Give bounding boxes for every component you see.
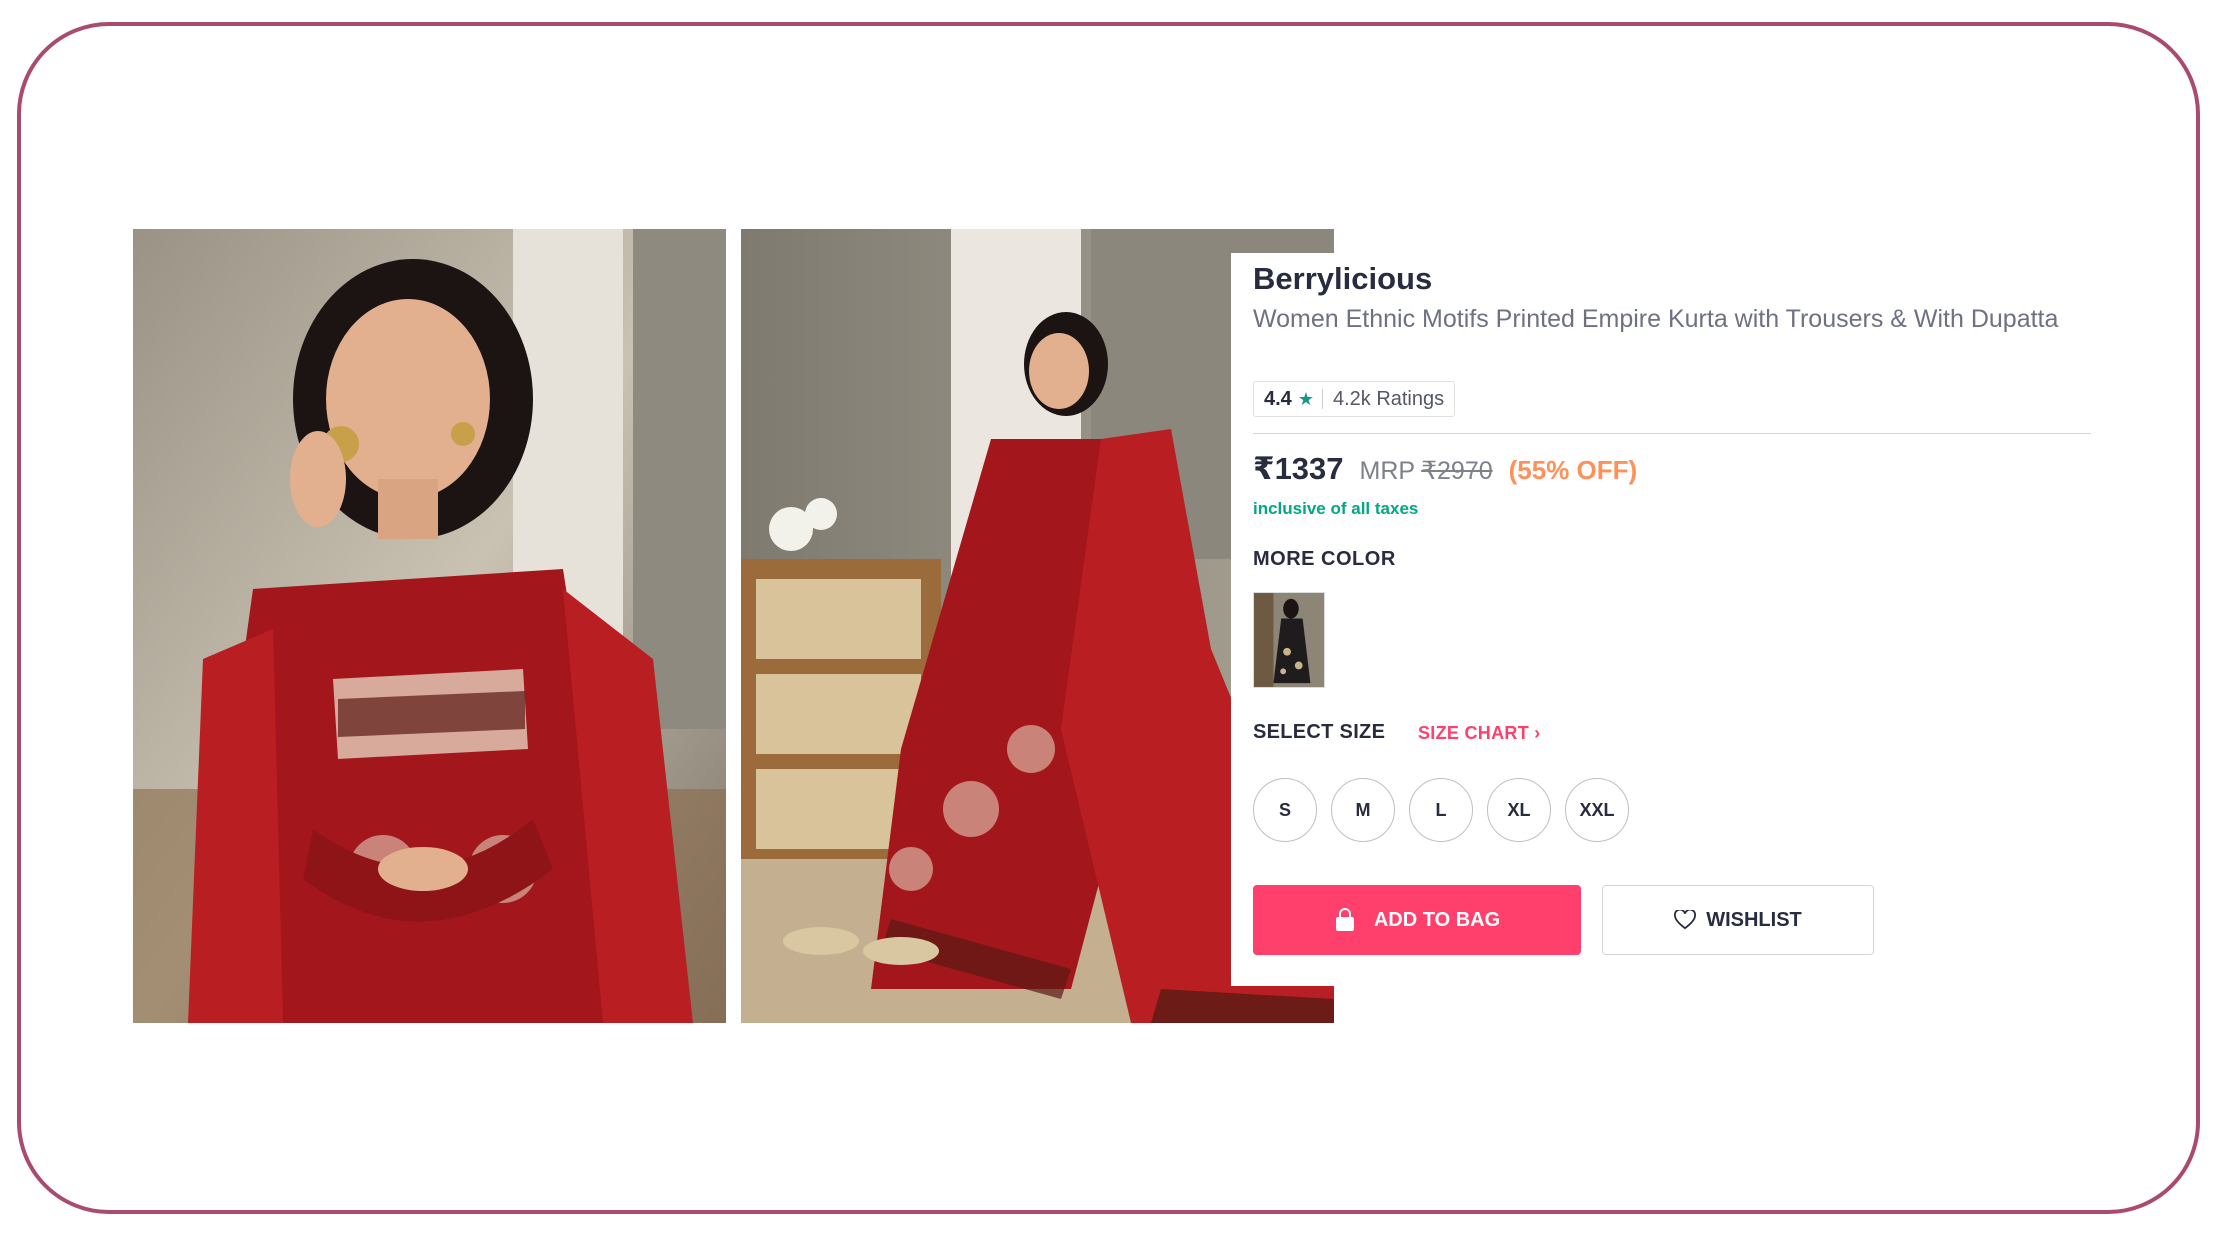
size-options: S M L XL XXL	[1253, 778, 1629, 842]
price-row: ₹1337 MRP ₹2970 (55% OFF)	[1253, 451, 1637, 487]
wishlist-label: WISHLIST	[1706, 908, 1802, 931]
rating-count: 4.2k Ratings	[1332, 387, 1445, 410]
shopping-bag-icon	[1334, 908, 1356, 932]
select-size-heading: SELECT SIZE	[1253, 721, 1386, 743]
heart-icon	[1674, 910, 1697, 930]
brand-name[interactable]: Berrylicious	[1253, 261, 1432, 297]
tax-note: inclusive of all taxes	[1253, 499, 1419, 518]
add-to-bag-button[interactable]: ADD TO BAG	[1253, 885, 1581, 955]
size-button-l[interactable]: L	[1409, 778, 1473, 842]
divider	[1253, 433, 2091, 434]
selling-price: ₹1337	[1253, 451, 1344, 486]
size-button-xxl[interactable]: XXL	[1565, 778, 1629, 842]
star-icon: ★	[1297, 388, 1314, 409]
add-to-bag-label: ADD TO BAG	[1373, 908, 1501, 931]
product-title: Women Ethnic Motifs Printed Empire Kurta…	[1253, 305, 2059, 333]
size-button-xl[interactable]: XL	[1487, 778, 1551, 842]
more-color-heading: MORE COLOR	[1253, 548, 1396, 570]
size-button-m[interactable]: M	[1331, 778, 1395, 842]
rating-value: 4.4	[1264, 387, 1292, 410]
product-details-panel: Berrylicious Women Ethnic Motifs Printed…	[1231, 253, 2101, 986]
mrp-label: MRP	[1359, 457, 1416, 485]
rating-badge[interactable]: 4.4 ★ 4.2k Ratings	[1253, 381, 1456, 417]
discount-badge: (55% OFF)	[1508, 455, 1638, 485]
size-button-s[interactable]: S	[1253, 778, 1317, 842]
wishlist-button[interactable]: WISHLIST	[1602, 885, 1874, 955]
product-image-closeup[interactable]	[133, 229, 726, 1023]
mrp-price: ₹2970	[1421, 457, 1493, 485]
color-swatch[interactable]	[1253, 592, 1325, 688]
size-chart-link[interactable]: SIZE CHART ›	[1418, 723, 1541, 744]
rating-divider	[1321, 389, 1323, 409]
